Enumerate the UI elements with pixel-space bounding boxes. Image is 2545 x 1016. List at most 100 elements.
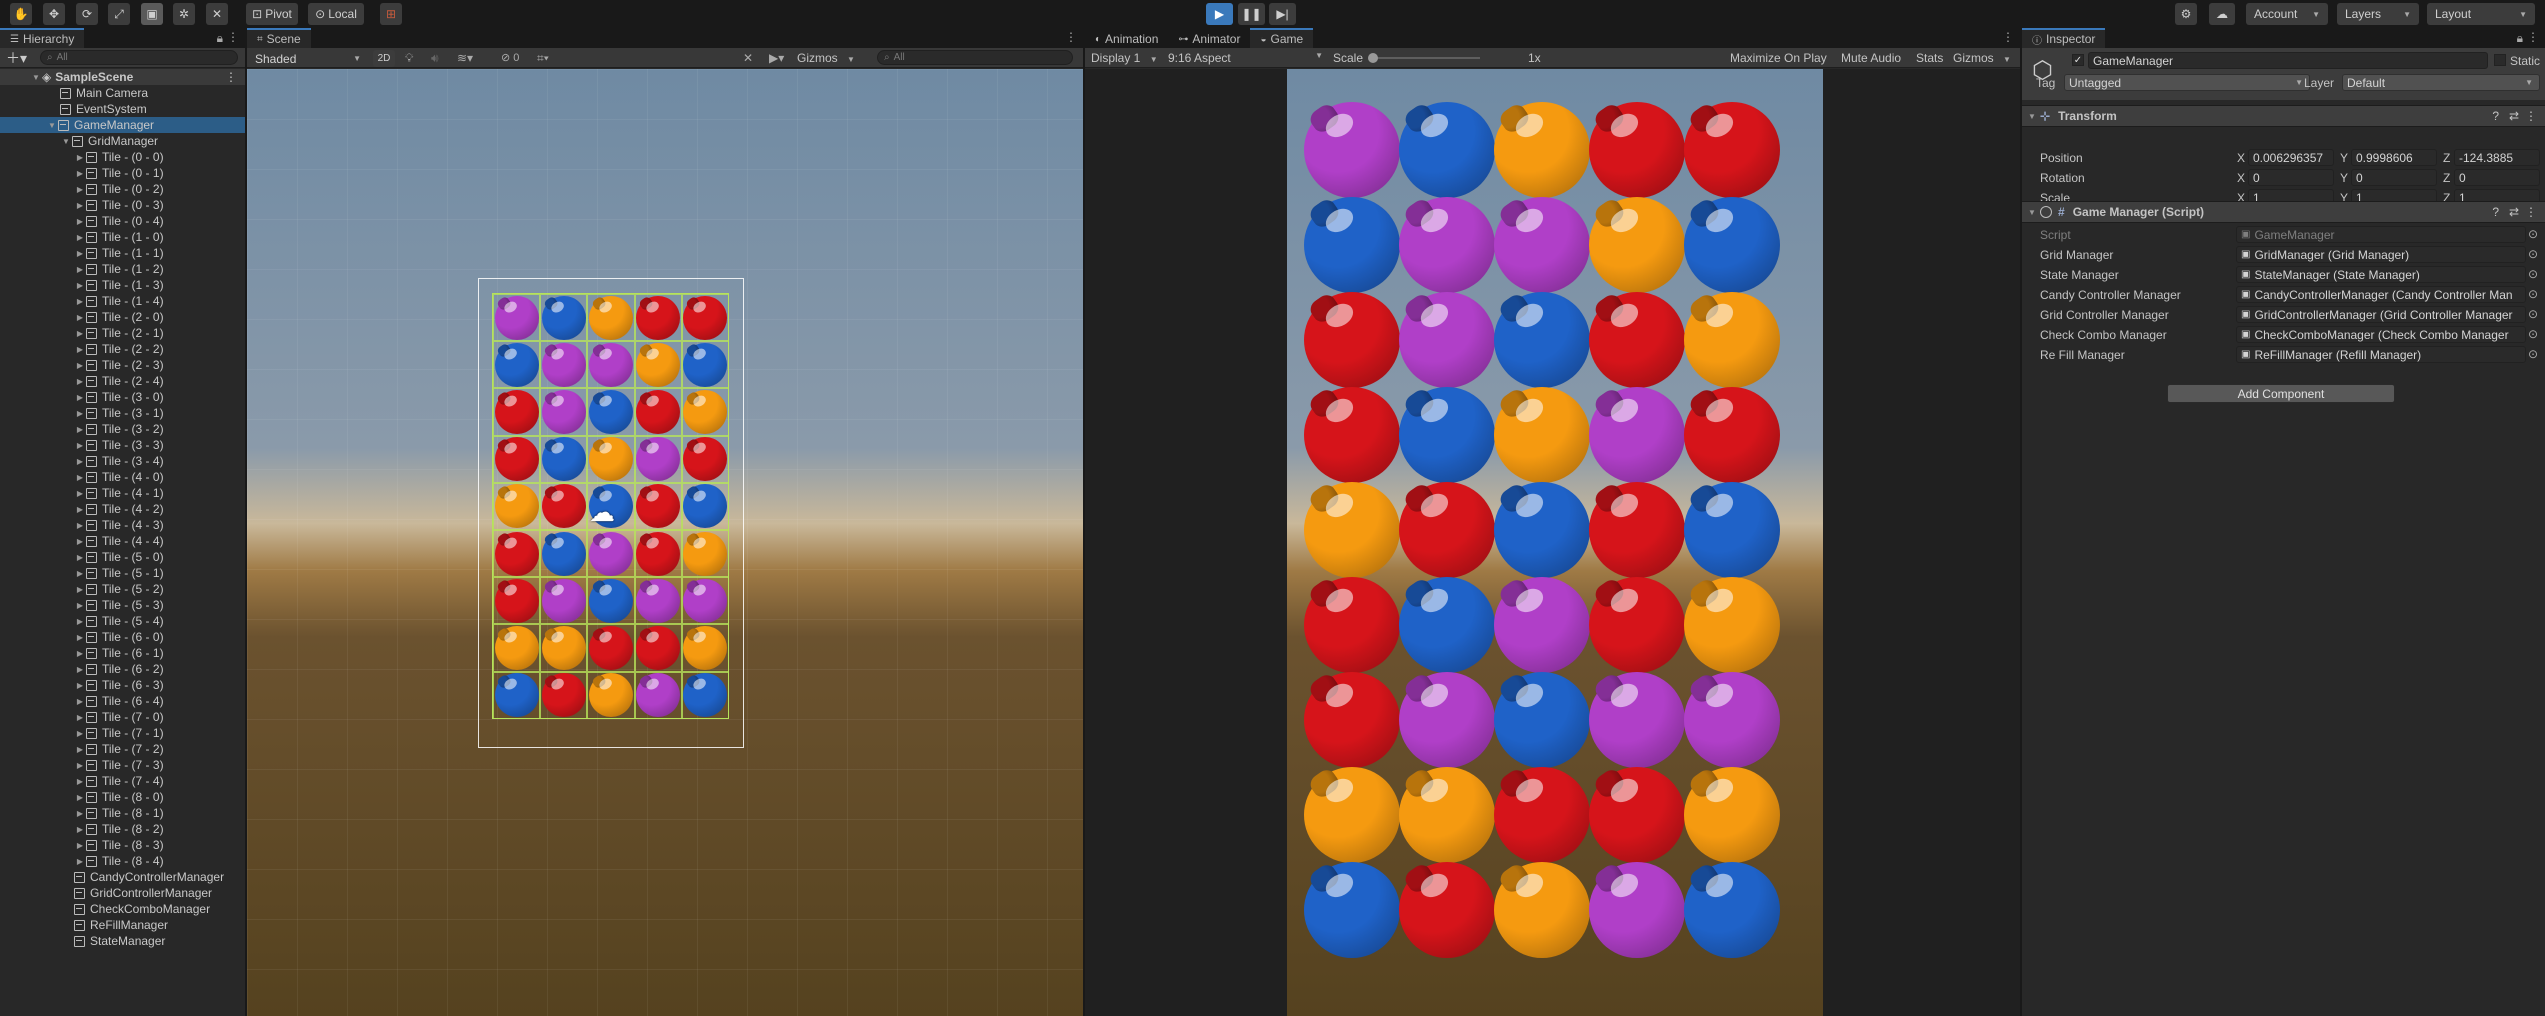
expand-arrow-icon[interactable]: ▶ bbox=[74, 601, 86, 610]
game-gizmos-dropdown[interactable]: Gizmos ▼ bbox=[1953, 51, 2011, 65]
candy-red[interactable] bbox=[1303, 291, 1400, 388]
candy-orange[interactable] bbox=[1493, 101, 1590, 198]
candy-red[interactable] bbox=[636, 531, 681, 576]
transform-tool-icon[interactable]: ✲ bbox=[173, 3, 195, 25]
candy-red[interactable] bbox=[1398, 481, 1495, 578]
candy-red[interactable] bbox=[1398, 861, 1495, 958]
tab-animation[interactable]: ◐ Animation bbox=[1085, 28, 1168, 48]
toggle-2d-button[interactable]: 2D bbox=[373, 50, 395, 67]
hierarchy-item-event-system[interactable]: EventSystem bbox=[0, 101, 245, 117]
lighting-icon[interactable]: 💡︎ bbox=[405, 51, 413, 66]
candy-red[interactable] bbox=[1588, 101, 1685, 198]
add-icon[interactable]: ＋▾ bbox=[6, 48, 27, 68]
hierarchy-item-grid-manager[interactable]: ▼ GridManager bbox=[0, 133, 245, 149]
candy-blue[interactable] bbox=[589, 578, 633, 623]
expand-arrow-icon[interactable]: ▶ bbox=[74, 329, 86, 338]
candy-red[interactable] bbox=[636, 626, 681, 670]
scene-viewport[interactable]: ☁ bbox=[247, 69, 1083, 1016]
hierarchy-item-tile[interactable]: ▶ Tile - (2 - 4) bbox=[0, 373, 245, 389]
hierarchy-item-tile[interactable]: ▶ Tile - (0 - 3) bbox=[0, 197, 245, 213]
candy-purple[interactable] bbox=[683, 578, 728, 623]
hierarchy-item-tile[interactable]: ▶ Tile - (7 - 2) bbox=[0, 741, 245, 757]
object-picker-icon[interactable]: ⊙ bbox=[2528, 307, 2538, 321]
candy-orange[interactable] bbox=[494, 626, 539, 670]
object-reference-field[interactable]: ▣ CheckComboManager (Check Combo Manager bbox=[2236, 326, 2526, 343]
object-picker-icon[interactable]: ⊙ bbox=[2528, 267, 2538, 281]
candy-orange[interactable] bbox=[494, 484, 539, 529]
cloud-icon[interactable]: ☁ bbox=[2209, 3, 2235, 25]
play-button[interactable]: ▶ bbox=[1206, 3, 1233, 25]
hierarchy-item-tile[interactable]: ▶ Tile - (8 - 1) bbox=[0, 805, 245, 821]
candy-purple[interactable] bbox=[1683, 671, 1780, 768]
candy-blue[interactable] bbox=[1493, 481, 1590, 578]
candy-blue[interactable] bbox=[589, 390, 633, 434]
display-dropdown[interactable]: Display 1 ▼ bbox=[1091, 51, 1158, 65]
candy-blue[interactable] bbox=[1398, 576, 1495, 673]
candy-purple[interactable] bbox=[1398, 196, 1495, 293]
stats-toggle[interactable]: Stats bbox=[1916, 51, 1943, 65]
hierarchy-item-tile[interactable]: ▶ Tile - (1 - 3) bbox=[0, 277, 245, 293]
scale-slider-thumb[interactable] bbox=[1368, 53, 1378, 63]
preset-icon[interactable]: ⇄ bbox=[2509, 205, 2519, 219]
candy-blue[interactable] bbox=[541, 531, 586, 576]
candy-red[interactable] bbox=[636, 390, 681, 434]
candy-orange[interactable] bbox=[541, 626, 586, 670]
more-options-icon[interactable]: ⋮ bbox=[1065, 30, 1077, 44]
hierarchy-item-tile[interactable]: ▶ Tile - (8 - 3) bbox=[0, 837, 245, 853]
candy-purple[interactable] bbox=[589, 342, 633, 387]
expand-arrow-icon[interactable]: ▶ bbox=[74, 409, 86, 418]
hierarchy-item-manager[interactable]: CandyControllerManager bbox=[0, 869, 245, 885]
candy-red[interactable] bbox=[1588, 291, 1685, 388]
candy-blue[interactable] bbox=[1493, 291, 1590, 388]
shading-dropdown[interactable]: Shaded ▼ bbox=[251, 50, 365, 67]
hierarchy-item-tile[interactable]: ▶ Tile - (2 - 1) bbox=[0, 325, 245, 341]
tab-scene[interactable]: ⌗ Scene bbox=[247, 28, 311, 48]
expand-arrow-icon[interactable]: ▶ bbox=[74, 185, 86, 194]
hierarchy-item-tile[interactable]: ▶ Tile - (0 - 4) bbox=[0, 213, 245, 229]
candy-red[interactable] bbox=[494, 390, 539, 434]
expand-arrow-icon[interactable]: ▶ bbox=[74, 249, 86, 258]
object-reference-field[interactable]: ▣ GridControllerManager (Grid Controller … bbox=[2236, 306, 2526, 323]
candy-orange[interactable] bbox=[636, 342, 681, 387]
candy-red[interactable] bbox=[683, 295, 728, 340]
candy-orange[interactable] bbox=[1588, 196, 1685, 293]
hierarchy-search-input[interactable]: ⌕ All bbox=[40, 50, 238, 65]
candy-purple[interactable] bbox=[494, 295, 539, 340]
candy-purple[interactable] bbox=[541, 342, 586, 387]
expand-arrow-icon[interactable]: ▶ bbox=[74, 745, 86, 754]
candy-orange[interactable] bbox=[1303, 481, 1400, 578]
rect-tool-icon[interactable]: ▣ bbox=[141, 3, 163, 25]
position-y-field[interactable]: 0.9998606 bbox=[2351, 149, 2437, 166]
position-x-field[interactable]: 0.006296357 bbox=[2248, 149, 2334, 166]
layers-dropdown[interactable]: Layers ▼ bbox=[2337, 3, 2419, 25]
candy-red[interactable] bbox=[589, 626, 633, 670]
hierarchy-item-tile[interactable]: ▶ Tile - (7 - 1) bbox=[0, 725, 245, 741]
object-picker-icon[interactable]: ⊙ bbox=[2528, 347, 2538, 361]
expand-arrow-icon[interactable]: ▶ bbox=[74, 729, 86, 738]
account-dropdown[interactable]: Account ▼ bbox=[2246, 3, 2328, 25]
candy-red[interactable] bbox=[1493, 766, 1590, 863]
expand-arrow-icon[interactable]: ▶ bbox=[74, 233, 86, 242]
expand-arrow-icon[interactable]: ▶ bbox=[74, 217, 86, 226]
foldout-arrow-icon[interactable]: ▼ bbox=[2026, 112, 2038, 121]
lock-icon[interactable]: 🔒︎ bbox=[2517, 31, 2523, 46]
candy-orange[interactable] bbox=[1398, 766, 1495, 863]
hierarchy-item-tile[interactable]: ▶ Tile - (5 - 0) bbox=[0, 549, 245, 565]
tools-icon[interactable]: ✕ bbox=[743, 51, 753, 65]
hierarchy-item-tile[interactable]: ▶ Tile - (6 - 1) bbox=[0, 645, 245, 661]
candy-orange[interactable] bbox=[589, 673, 633, 718]
expand-arrow-icon[interactable]: ▼ bbox=[46, 121, 58, 130]
candy-purple[interactable] bbox=[1588, 386, 1685, 483]
candy-orange[interactable] bbox=[1303, 766, 1400, 863]
hand-tool-icon[interactable]: ✋ bbox=[10, 3, 32, 25]
hidden-objects-icon[interactable]: ⊘ 0 bbox=[501, 51, 519, 64]
candy-blue[interactable] bbox=[494, 342, 539, 387]
hierarchy-item-manager[interactable]: GridControllerManager bbox=[0, 885, 245, 901]
expand-arrow-icon[interactable]: ▶ bbox=[74, 857, 86, 866]
gizmos-dropdown[interactable]: Gizmos ▼ bbox=[797, 51, 855, 65]
expand-arrow-icon[interactable]: ▶ bbox=[74, 153, 86, 162]
scale-tool-icon[interactable]: ⤢ bbox=[108, 3, 130, 25]
expand-arrow-icon[interactable]: ▶ bbox=[74, 297, 86, 306]
aspect-dropdown[interactable]: 9:16 Aspect ▼ bbox=[1168, 51, 1323, 65]
expand-arrow-icon[interactable]: ▶ bbox=[74, 697, 86, 706]
